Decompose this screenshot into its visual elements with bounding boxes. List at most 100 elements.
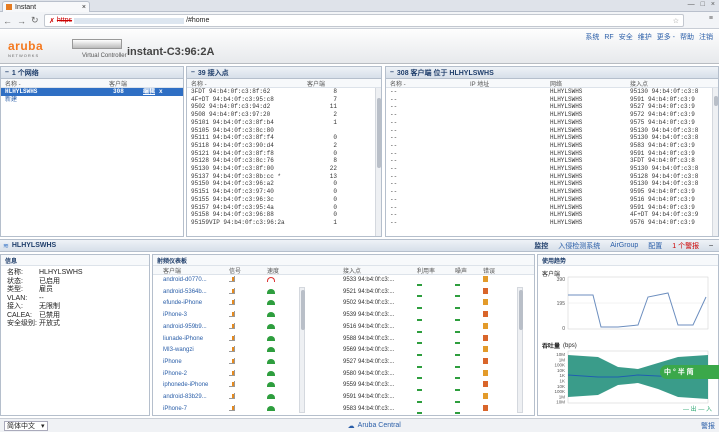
ap-row[interactable]: 95101 94:b4:0f:c3:8f:b4 1 <box>187 119 381 127</box>
client-row[interactable]: -- HLHYLSWHS 95130 94:b4:0f:c3:8 <box>386 127 718 135</box>
clients-scrollbar[interactable] <box>712 88 718 236</box>
rf-row[interactable]: iPhone-7 9583 94:b4:0f:c3:... <box>153 404 534 416</box>
bookmark-star-icon[interactable]: ☆ <box>673 17 679 25</box>
url-field[interactable]: ✗ https /#home ☆ <box>44 14 684 27</box>
col-client[interactable]: 客户端 <box>163 266 229 275</box>
ap-row[interactable]: 95158 94:b4:0f:c3:96:88 0 <box>187 211 381 219</box>
collapse-icon[interactable]: – <box>191 69 195 76</box>
close-window-icon[interactable]: × <box>711 1 715 8</box>
nav-help[interactable]: 帮助 <box>680 32 694 42</box>
browser-tab[interactable]: Instant × <box>2 1 90 12</box>
col-clients[interactable]: 客户端 <box>307 79 325 88</box>
col-noise[interactable]: 噪声 <box>455 266 483 275</box>
col-ap[interactable]: 接入点 <box>630 79 648 88</box>
aps-scrollbar[interactable] <box>375 88 381 236</box>
collapse-icon[interactable]: – <box>390 69 394 76</box>
ap-row[interactable]: 9502 94:b4:0f:c3:94:d2 11 <box>187 103 381 111</box>
rf-row[interactable]: MI3-wangzi 9569 94:b4:0f:c3:... <box>153 345 534 357</box>
tab-airgroup[interactable]: AirGroup <box>610 242 638 249</box>
ap-row[interactable]: 95105 94:b4:0f:c3:8c:80 <box>187 127 381 135</box>
rf-row[interactable]: efunde-iPhone 9502 94:b4:0f:c3:... <box>153 298 534 310</box>
col-name[interactable]: 名称 - <box>390 79 470 88</box>
language-select[interactable]: 简体中文 ▾ <box>4 420 48 431</box>
reload-icon[interactable]: ↻ <box>31 15 39 26</box>
menu-icon[interactable]: ≡ <box>709 15 713 22</box>
ap-row[interactable]: 95159VIP 94:b4:0f:c3:96:2a 1 <box>187 219 381 227</box>
col-name[interactable]: 名称 - <box>5 79 109 88</box>
client-row[interactable]: -- HLHYLSWHS 95128 94:b4:0f:c3:8 <box>386 173 718 181</box>
ap-row[interactable]: 95118 94:b4:0f:c3:90:d4 2 <box>187 142 381 150</box>
tab-monitor[interactable]: 监控 <box>534 241 548 251</box>
client-row[interactable]: -- HLHYLSWHS 95130 94:b4:0f:c3:8 <box>386 180 718 188</box>
col-clients[interactable]: 客户端 <box>109 79 127 88</box>
client-row[interactable]: -- HLHYLSWHS 95130 94:b4:0f:c3:8 <box>386 165 718 173</box>
rf-row[interactable]: android-5364b... 9521 94:b4:0f:c3:... <box>153 287 534 299</box>
ap-row[interactable]: 95121 94:b4:0f:c3:8f:f8 0 <box>187 150 381 158</box>
client-row[interactable]: -- HLHYLSWHS 9595 94:b4:0f:c3:9 <box>386 188 718 196</box>
client-row[interactable]: -- HLHYLSWHS 9572 94:b4:0f:c3:9 <box>386 111 718 119</box>
ap-row[interactable]: 95155 94:b4:0f:c3:96:3c 0 <box>187 196 381 204</box>
aruba-central-link[interactable]: ☁ Aruba Central <box>348 422 401 430</box>
tab-ids[interactable]: 入侵检测系统 <box>558 241 600 251</box>
client-row[interactable]: -- HLHYLSWHS 9575 94:b4:0f:c3:9 <box>386 119 718 127</box>
client-row[interactable]: -- HLHYLSWHS 3FDT 94:b4:0f:c3:8 <box>386 157 718 165</box>
nav-more[interactable]: 更多 - <box>657 32 675 42</box>
collapse-icon[interactable]: – <box>709 242 713 249</box>
tab-config[interactable]: 配置 <box>648 241 662 251</box>
client-row[interactable]: -- HLHYLSWHS 95130 94:b4:0f:c3:8 <box>386 134 718 142</box>
col-network[interactable]: 网络 <box>550 79 630 88</box>
client-row[interactable]: -- HLHYLSWHS 95130 94:b4:0f:c3:8 <box>386 88 718 96</box>
ap-row[interactable]: 9508 94:b4:0f:c3:97:20 2 <box>187 111 381 119</box>
client-row[interactable]: -- HLHYLSWHS 9516 94:b4:0f:c3:9 <box>386 196 718 204</box>
client-row[interactable]: -- HLHYLSWHS 4F+DT 94:b4:0f:c3:9 <box>386 211 718 219</box>
back-icon[interactable]: ← <box>3 16 12 26</box>
rf-row[interactable]: iphonede-iPhone 9559 94:b4:0f:c3:... <box>153 380 534 392</box>
network-delete-icon[interactable]: x <box>159 88 163 96</box>
ap-row[interactable]: 4F+DT 94:b4:0f:c3:95:c8 7 <box>187 96 381 104</box>
col-speed[interactable]: 速度 <box>267 266 343 275</box>
ap-row[interactable]: 95157 94:b4:0f:c3:95:4a 0 <box>187 204 381 212</box>
client-row[interactable]: -- HLHYLSWHS 9583 94:b4:0f:c3:9 <box>386 142 718 150</box>
new-network-link[interactable]: 新建 <box>5 96 17 104</box>
ap-row[interactable]: 95137 94:b4:0f:c3:8b:cc * 13 <box>187 173 381 181</box>
col-ip[interactable]: IP 地址 <box>470 79 550 88</box>
nav-security[interactable]: 安全 <box>619 32 633 42</box>
client-row[interactable]: -- HLHYLSWHS 9576 94:b4:0f:c3:9 <box>386 219 718 227</box>
collapse-icon[interactable]: – <box>5 69 9 76</box>
maximize-icon[interactable]: □ <box>701 1 705 8</box>
rf-client-scrollbar[interactable] <box>299 287 305 413</box>
rf-row[interactable]: iPhone-3 9539 94:b4:0f:c3:... <box>153 310 534 322</box>
rf-row[interactable]: android-959b9... 9516 94:b4:0f:c3:... <box>153 322 534 334</box>
client-row[interactable]: -- HLHYLSWHS 9527 94:b4:0f:c3:9 <box>386 103 718 111</box>
rf-row[interactable]: liunade-iPhone 9588 94:b4:0f:c3:... <box>153 334 534 346</box>
col-ap[interactable]: 接入点 <box>343 266 417 275</box>
forward-icon[interactable]: → <box>17 16 26 26</box>
rf-row[interactable]: android-d0770... 9533 94:b4:0f:c3:... <box>153 275 534 287</box>
col-errors[interactable]: 错误 <box>483 266 495 275</box>
ime-overlay[interactable]: 中 ° 半 简 <box>660 365 719 379</box>
client-row[interactable]: -- HLHYLSWHS 9591 94:b4:0f:c3:9 <box>386 96 718 104</box>
rf-row[interactable]: iPhone 9527 94:b4:0f:c3:... <box>153 357 534 369</box>
ap-row[interactable]: 3FDT 94:b4:0f:c3:8f:62 8 <box>187 88 381 96</box>
rf-row[interactable]: android-83b29... 9591 94:b4:0f:c3:... <box>153 392 534 404</box>
ap-row[interactable]: 95130 94:b4:0f:c3:8f:00 22 <box>187 165 381 173</box>
rf-row[interactable]: iPhone-2 9580 94:b4:0f:c3:... <box>153 369 534 381</box>
tab-close-icon[interactable]: × <box>82 4 86 11</box>
alert-count[interactable]: 1 个警报 <box>672 241 699 251</box>
client-row[interactable]: -- HLHYLSWHS 9591 94:b4:0f:c3:9 <box>386 204 718 212</box>
rf-ap-scrollbar[interactable] <box>517 287 523 413</box>
ap-row[interactable]: 95111 94:b4:0f:c3:8f:f4 0 <box>187 134 381 142</box>
network-edit-link[interactable]: 编辑 <box>143 88 155 96</box>
nav-logout[interactable]: 注销 <box>699 32 713 42</box>
network-row[interactable]: HLHYLSWHS 308 编辑 x <box>1 88 183 96</box>
ap-row[interactable]: 95128 94:b4:0f:c3:8c:76 8 <box>187 157 381 165</box>
nav-rf[interactable]: RF <box>604 34 613 41</box>
ap-row[interactable]: 95151 94:b4:0f:c3:97:40 0 <box>187 188 381 196</box>
client-row[interactable]: -- HLHYLSWHS 9591 94:b4:0f:c3:9 <box>386 150 718 158</box>
ap-row[interactable]: 95150 94:b4:0f:c3:96:a2 0 <box>187 180 381 188</box>
minimize-icon[interactable]: — <box>688 1 695 8</box>
nav-system[interactable]: 系统 <box>585 32 599 42</box>
col-signal[interactable]: 信号 <box>229 266 267 275</box>
col-name[interactable]: 名称 - <box>191 79 307 88</box>
footer-alert[interactable]: 警报 <box>701 421 715 431</box>
